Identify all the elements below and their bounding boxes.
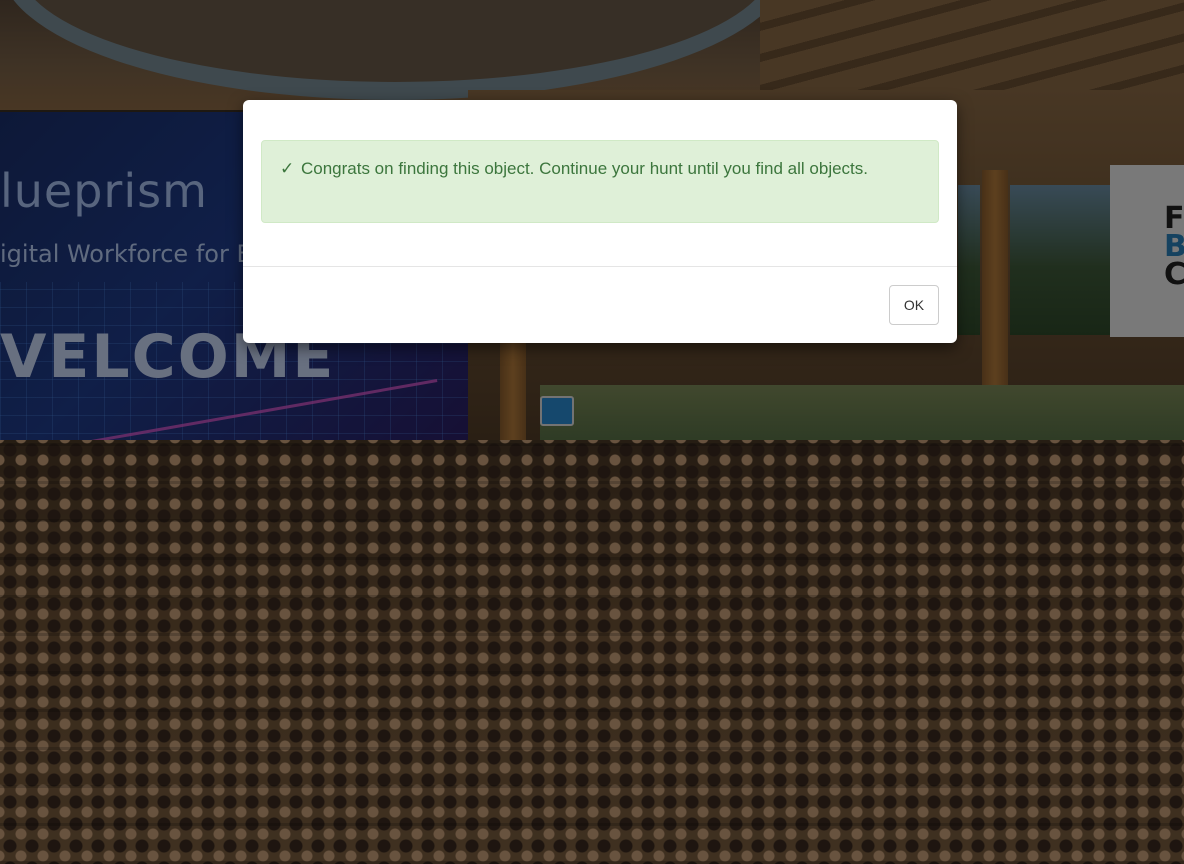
modal-footer-divider	[243, 266, 957, 267]
ok-button[interactable]: OK	[889, 285, 939, 325]
check-icon: ✓	[280, 159, 295, 178]
congrats-modal: ✓ Congrats on finding this object. Conti…	[243, 100, 957, 343]
success-message: Congrats on finding this object. Continu…	[300, 159, 868, 178]
success-alert: ✓ Congrats on finding this object. Conti…	[261, 140, 939, 223]
